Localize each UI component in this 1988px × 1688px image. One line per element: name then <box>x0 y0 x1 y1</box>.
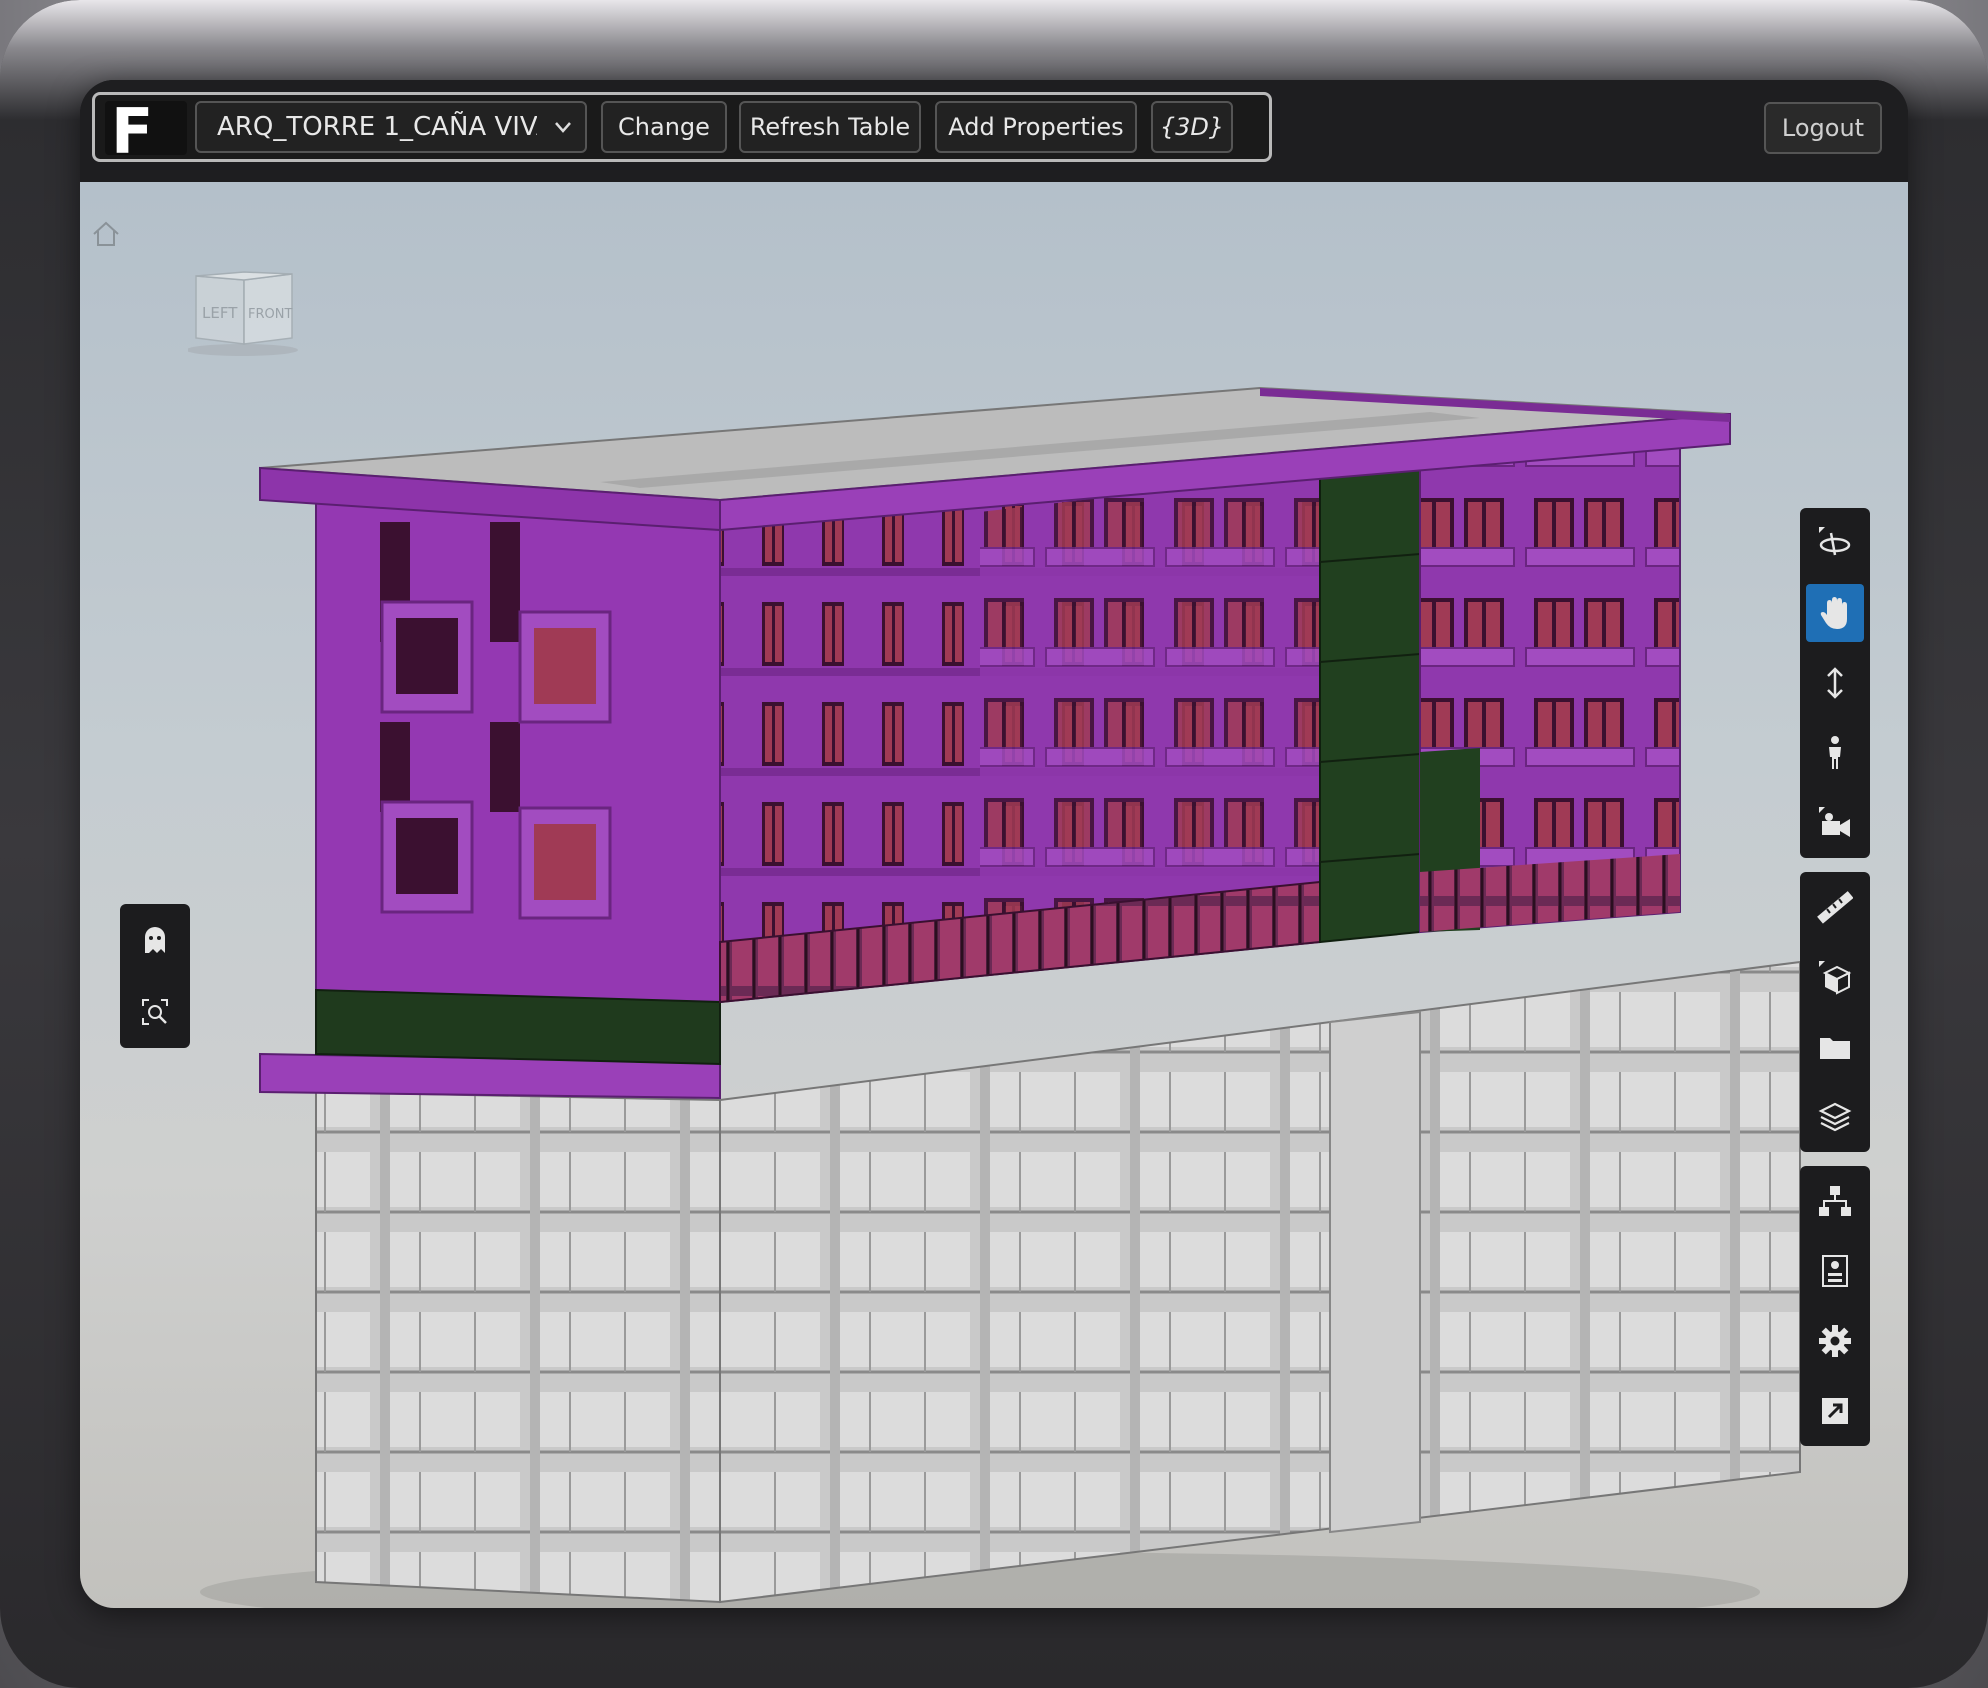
fullscreen-icon[interactable] <box>1800 1376 1870 1446</box>
app-window: F ARQ_TORRE 1_CAÑA VIVA Change Refresh T… <box>80 80 1908 1608</box>
properties-icon[interactable] <box>1800 1236 1870 1306</box>
left-toolbar <box>120 904 190 1048</box>
view-3d-button[interactable]: {3D} <box>1151 101 1233 153</box>
section-icon[interactable] <box>1800 942 1870 1012</box>
add-properties-button[interactable]: Add Properties <box>935 101 1137 153</box>
measure-icon[interactable] <box>1800 872 1870 942</box>
model-select-value: ARQ_TORRE 1_CAÑA VIVA <box>217 112 537 142</box>
toolbar-controls-group: F ARQ_TORRE 1_CAÑA VIVA Change Refresh T… <box>92 92 1272 168</box>
model-select[interactable]: ARQ_TORRE 1_CAÑA VIVA <box>195 101 587 153</box>
viewcube-front-label: FRONT <box>248 307 292 322</box>
navigation-toolbar <box>1800 508 1870 858</box>
pan-icon[interactable] <box>1800 578 1870 648</box>
gear-icon[interactable] <box>1800 1306 1870 1376</box>
layers-icon[interactable] <box>1800 1082 1870 1152</box>
settings-toolbar <box>1800 1166 1870 1446</box>
top-toolbar: F ARQ_TORRE 1_CAÑA VIVA Change Refresh T… <box>80 80 1908 182</box>
change-button[interactable]: Change <box>601 101 727 153</box>
3d-viewer[interactable]: LEFT FRONT <box>80 182 1908 1608</box>
refresh-table-button[interactable]: Refresh Table <box>739 101 921 153</box>
model-tree-icon[interactable] <box>1800 1166 1870 1236</box>
dolly-icon[interactable] <box>1800 648 1870 718</box>
model-toolbar <box>1800 872 1870 1152</box>
ghost-icon[interactable] <box>120 904 190 976</box>
camera-icon[interactable] <box>1800 788 1870 858</box>
chevron-down-icon <box>553 103 573 151</box>
logo-letter: F <box>111 95 153 168</box>
viewcube-left-label: LEFT <box>202 304 238 322</box>
view-cube[interactable]: LEFT FRONT <box>186 268 298 356</box>
folder-icon[interactable] <box>1800 1012 1870 1082</box>
building-model[interactable] <box>80 182 1908 1608</box>
zoom-fit-icon[interactable] <box>120 976 190 1048</box>
logout-button[interactable]: Logout <box>1764 102 1882 154</box>
walk-icon[interactable] <box>1800 718 1870 788</box>
app-logo: F <box>105 95 187 168</box>
orbit-icon[interactable] <box>1800 508 1870 578</box>
home-icon[interactable] <box>90 218 122 250</box>
